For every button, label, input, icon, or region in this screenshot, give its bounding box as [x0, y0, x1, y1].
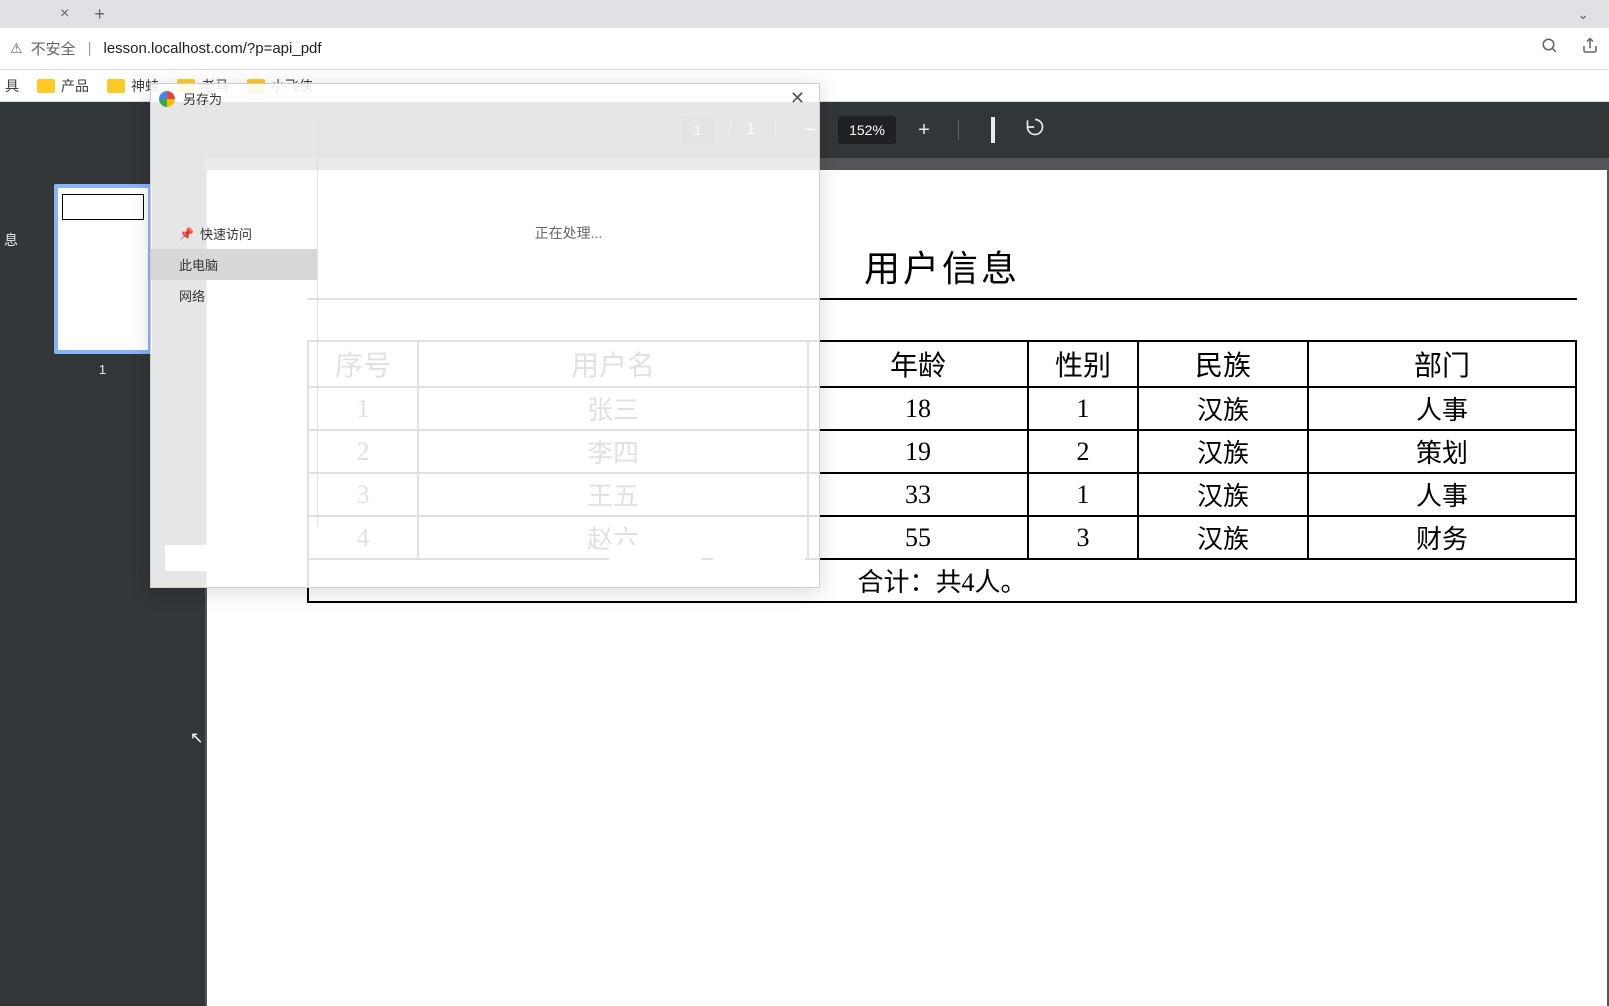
- header-dept: 部门: [1308, 341, 1576, 387]
- dialog-close-button[interactable]: ✕: [784, 88, 811, 109]
- save-button[interactable]: [609, 545, 701, 573]
- dialog-footer: [165, 545, 805, 573]
- cell-eth: 汉族: [1138, 516, 1308, 559]
- chrome-icon: [159, 91, 175, 107]
- save-as-dialog: 另存为 ✕ 📌 快速访问 此电脑 网络 正在处理...: [150, 83, 820, 588]
- cell-dept: 人事: [1308, 387, 1576, 430]
- new-tab-button[interactable]: +: [94, 4, 105, 25]
- tab-close-icon[interactable]: ×: [60, 5, 69, 23]
- sidebar-tab-label: 息: [4, 230, 18, 250]
- cell-age: 19: [808, 430, 1028, 473]
- url-text[interactable]: lesson.localhost.com/?p=api_pdf: [103, 40, 321, 57]
- header-sex: 性别: [1028, 341, 1138, 387]
- insecure-label: 不安全: [31, 38, 76, 59]
- zoom-page-icon[interactable]: [1541, 37, 1559, 60]
- cell-dept: 财务: [1308, 516, 1576, 559]
- cell-age: 18: [808, 387, 1028, 430]
- cell-eth: 汉族: [1138, 473, 1308, 516]
- tabs-dropdown-icon[interactable]: ⌄: [1577, 6, 1589, 23]
- cell-age: 55: [808, 516, 1028, 559]
- cell-age: 33: [808, 473, 1028, 516]
- dialog-title-text: 另存为: [183, 89, 222, 108]
- dialog-titlebar[interactable]: 另存为 ✕: [151, 84, 819, 113]
- address-bar: ⚠ 不安全 | lesson.localhost.com/?p=api_pdf: [0, 28, 1609, 70]
- insecure-icon[interactable]: ⚠: [10, 40, 23, 57]
- processing-text: 正在处理...: [318, 223, 819, 243]
- browser-tab[interactable]: ×: [60, 5, 69, 23]
- fit-icon: [991, 117, 995, 143]
- cell-dept: 人事: [1308, 473, 1576, 516]
- dialog-content-area: 正在处理...: [317, 113, 819, 526]
- folder-icon: [107, 79, 125, 93]
- cancel-button[interactable]: [713, 545, 805, 573]
- zoom-level[interactable]: 152%: [838, 116, 896, 144]
- cell-dept: 策划: [1308, 430, 1576, 473]
- cell-sex: 1: [1028, 473, 1138, 516]
- cell-eth: 汉族: [1138, 387, 1308, 430]
- cell-sex: 1: [1028, 387, 1138, 430]
- cell-eth: 汉族: [1138, 430, 1308, 473]
- cell-sex: 2: [1028, 430, 1138, 473]
- fit-page-button[interactable]: [979, 119, 1007, 142]
- zoom-in-button[interactable]: +: [910, 119, 938, 142]
- bookmark-item[interactable]: 具: [5, 76, 19, 96]
- filename-input[interactable]: [165, 545, 265, 571]
- pin-icon: 📌: [179, 227, 194, 241]
- folder-icon: [37, 79, 55, 93]
- rotate-button[interactable]: [1021, 117, 1049, 143]
- bookmark-item[interactable]: 产品: [37, 76, 89, 96]
- header-age: 年龄: [808, 341, 1028, 387]
- toolbar-divider: [958, 120, 959, 140]
- nav-network[interactable]: 网络: [151, 280, 317, 311]
- header-eth: 民族: [1138, 341, 1308, 387]
- nav-quick-access[interactable]: 📌 快速访问: [151, 218, 317, 249]
- cell-sex: 3: [1028, 516, 1138, 559]
- nav-this-pc[interactable]: 此电脑: [151, 249, 317, 280]
- share-icon[interactable]: [1581, 37, 1599, 60]
- thumbnail-page-number: 1: [99, 362, 106, 377]
- dialog-nav-panel: 📌 快速访问 此电脑 网络: [151, 113, 317, 526]
- page-thumbnail[interactable]: [54, 184, 152, 354]
- addr-separator: |: [88, 40, 92, 57]
- tab-bar: × + ⌄: [0, 0, 1609, 28]
